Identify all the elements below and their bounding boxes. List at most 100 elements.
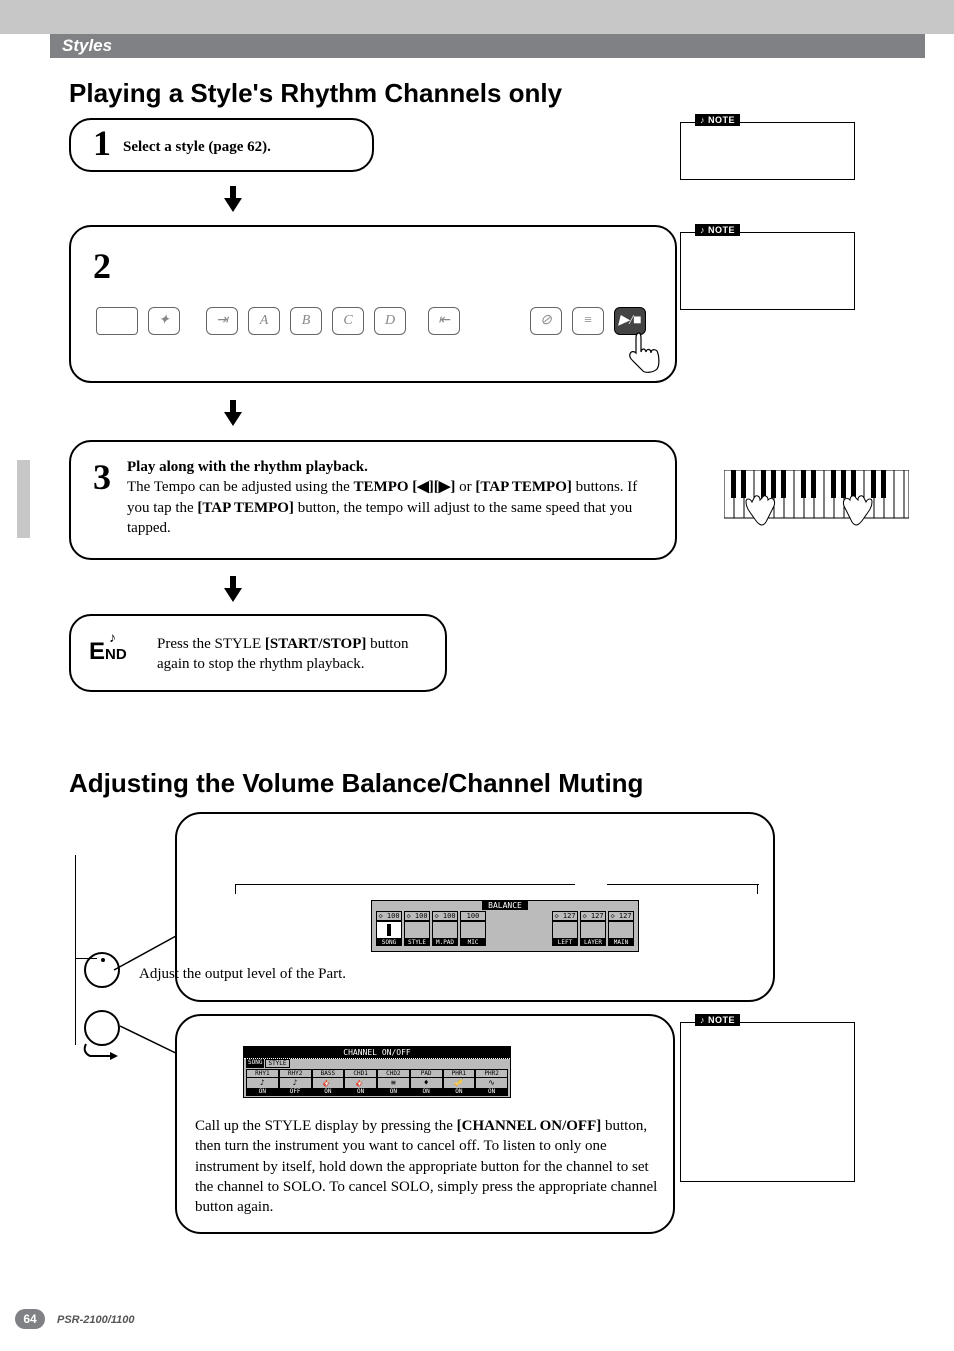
side-tab <box>17 460 30 538</box>
channel-block: CHANNEL ON/OFF SONG STYLE RHY1♪ON RHY2♪O… <box>175 1014 675 1234</box>
c: BASS <box>313 1070 344 1078</box>
page-footer: 64 PSR-2100/1100 <box>15 1309 134 1329</box>
end-step-text: Press the STYLE [START/STOP] button agai… <box>157 634 435 675</box>
balance-lcd: BALANCE ◇ 100SONG ◇ 100STYLE ◇ 100M.PAD … <box>371 900 639 952</box>
t: Call up the STYLE display by pressing th… <box>195 1118 457 1134</box>
bracket-line <box>235 884 575 885</box>
balance-block: BALANCE ◇ 100SONG ◇ 100STYLE ◇ 100M.PAD … <box>175 812 775 1002</box>
page-number: 64 <box>15 1309 45 1329</box>
tab: STYLE <box>265 1059 289 1068</box>
control-panel-diagram: ✦ ⇥ A B C D ⇤ ⊘ ≡ ▶/■ <box>93 307 663 367</box>
note-box-1: NOTE <box>680 122 855 180</box>
panel-sync-stop-btn: ⊘ <box>530 307 562 335</box>
panel-spacer <box>500 307 520 335</box>
lcd-channels: RHY1♪ON RHY2♪OFF BASS🎸ON CHD1🎸ON CHD2≡ON… <box>246 1069 508 1096</box>
panel-sync-start-btn: ≡ <box>572 307 604 335</box>
end-label: END ♪ <box>89 638 127 666</box>
arrow-down-icon <box>224 412 242 426</box>
balance-caption: Adjust the output level of the Part. <box>139 964 639 984</box>
c: PHR1 <box>444 1070 475 1078</box>
hand-pointer-icon <box>627 331 667 379</box>
bracket-line <box>607 884 759 885</box>
step-3-lead: Play along with the rhythm playback. <box>127 459 368 475</box>
start-stop-ref: [START/STOP] <box>265 636 366 652</box>
panel-break-btn: ✦ <box>148 307 180 335</box>
v: 127 <box>591 912 604 920</box>
page-top-bar <box>0 0 954 34</box>
heading-2: Adjusting the Volume Balance/Channel Mut… <box>69 768 643 799</box>
channel-text: Call up the STYLE display by pressing th… <box>195 1116 660 1217</box>
model-name: PSR-2100/1100 <box>57 1314 134 1326</box>
leader-line <box>106 930 186 980</box>
lcd-right-sliders: ◇ 127LEFT ◇ 127LAYER ◇ 127MAIN <box>552 911 634 946</box>
s: OFF <box>280 1088 311 1095</box>
v: 127 <box>619 912 632 920</box>
s: ON <box>247 1088 278 1095</box>
channel-lcd: CHANNEL ON/OFF SONG STYLE RHY1♪ON RHY2♪O… <box>243 1046 511 1098</box>
panel-blank-btn <box>96 307 138 335</box>
svg-text:♪: ♪ <box>109 630 116 644</box>
arrow-down-icon <box>224 588 242 602</box>
l: MIC <box>460 939 486 946</box>
t: The Tempo can be adjusted using the <box>127 479 354 495</box>
v: 127 <box>563 912 576 920</box>
s: ON <box>411 1088 442 1095</box>
lcd-title: BALANCE <box>482 901 528 910</box>
bracket-tick <box>235 884 236 894</box>
keyboard-hands-icon <box>724 470 909 545</box>
step-3-number: 3 <box>93 456 111 498</box>
step-1-number: 1 <box>93 122 111 164</box>
panel-spacer <box>470 307 490 335</box>
step-3-box: 3 Play along with the rhythm playback. T… <box>69 440 677 560</box>
note-box-2: NOTE <box>680 232 855 310</box>
l: MAIN <box>608 939 634 946</box>
note-label: NOTE <box>695 114 740 126</box>
leader-v <box>75 855 76 1045</box>
panel-main-c-btn: C <box>332 307 364 335</box>
bracket-tick <box>757 884 758 894</box>
c: CHD1 <box>345 1070 376 1078</box>
s: ON <box>313 1088 344 1095</box>
panel-main-d-btn: D <box>374 307 406 335</box>
tap-tempo-ref: [TAP TEMPO] <box>475 479 572 495</box>
c: CHD2 <box>378 1070 409 1078</box>
lcd-title: CHANNEL ON/OFF <box>244 1047 510 1059</box>
step-3-text: Play along with the rhythm playback. The… <box>127 457 657 538</box>
l: STYLE <box>404 939 430 946</box>
leader-h <box>75 958 97 959</box>
t: or <box>455 479 475 495</box>
channel-onoff-ref: [CHANNEL ON/OFF] <box>457 1118 602 1134</box>
v: 100 <box>415 912 428 920</box>
v: 100 <box>443 912 456 920</box>
l: SONG <box>376 939 402 946</box>
tab: SONG <box>246 1059 264 1068</box>
panel-ending-btn: ⇤ <box>428 307 460 335</box>
l: LEFT <box>552 939 578 946</box>
c: PHR2 <box>476 1070 507 1078</box>
note-label: NOTE <box>695 1014 740 1026</box>
arrow-down-icon <box>224 198 242 212</box>
step-1-box: 1 Select a style (page 62). <box>69 118 374 172</box>
heading-1: Playing a Style's Rhythm Channels only <box>69 78 562 109</box>
section-label: Styles <box>62 36 112 55</box>
step-2-number: 2 <box>93 245 111 287</box>
v: 100 <box>387 912 400 920</box>
tempo-buttons-ref: TEMPO [◀][▶] <box>354 479 456 495</box>
lcd-left-sliders: ◇ 100SONG ◇ 100STYLE ◇ 100M.PAD 100MIC <box>376 911 486 946</box>
note-box-3: NOTE <box>680 1022 855 1182</box>
l: M.PAD <box>432 939 458 946</box>
panel-main-a-btn: A <box>248 307 280 335</box>
t: Press the STYLE <box>157 636 265 652</box>
s: ON <box>378 1088 409 1095</box>
panel-intro-btn: ⇥ <box>206 307 238 335</box>
c: RHY2 <box>280 1070 311 1078</box>
step-2-box: 2 ✦ ⇥ A B C D ⇤ ⊘ ≡ ▶/■ <box>69 225 677 383</box>
c: RHY1 <box>247 1070 278 1078</box>
note-label: NOTE <box>695 224 740 236</box>
music-notes-icon: ♪ <box>109 630 129 644</box>
tap-tempo-ref: [TAP TEMPO] <box>197 500 294 516</box>
end-step-box: END ♪ Press the STYLE [START/STOP] butto… <box>69 614 447 692</box>
s: ON <box>476 1088 507 1095</box>
l: LAYER <box>580 939 606 946</box>
step-1-text: Select a style (page 62). <box>123 137 271 157</box>
